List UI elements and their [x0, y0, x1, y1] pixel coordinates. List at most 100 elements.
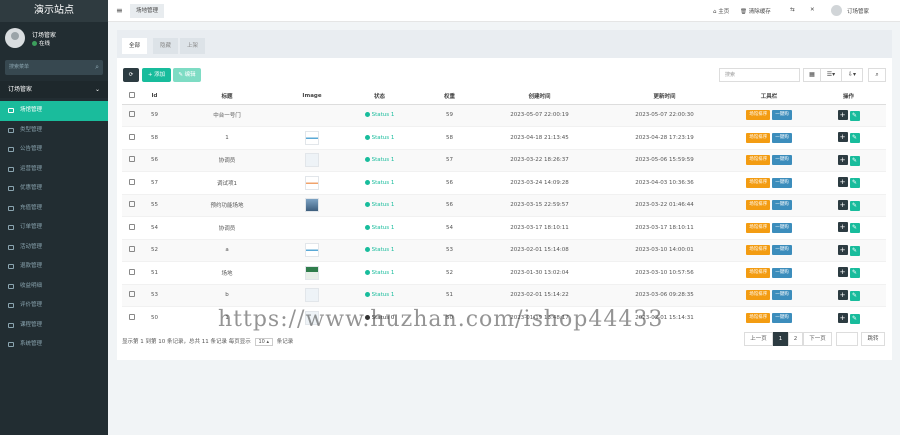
sidebar-item-ops[interactable]: 运营管理 [0, 160, 108, 180]
edit-button[interactable]: ✎ 编辑 [173, 68, 201, 82]
edit-icon[interactable]: ✎ [849, 178, 860, 189]
sort-venue-button[interactable]: 场馆排序 [746, 132, 771, 143]
thumbnail-image[interactable] [305, 198, 319, 213]
table-row[interactable]: 54 协调员 Status 1 54 2023-03-17 18:10:11 2023-0… [122, 216, 886, 239]
header-id[interactable]: Id [142, 89, 167, 105]
cell-image[interactable] [287, 126, 337, 149]
cell-image[interactable] [287, 261, 337, 284]
edit-icon[interactable]: ✎ [849, 110, 860, 121]
row-checkbox[interactable] [122, 306, 142, 329]
cell-image[interactable] [287, 148, 337, 172]
header-checkbox[interactable] [122, 89, 142, 105]
row-checkbox[interactable] [122, 126, 142, 149]
one-click-button[interactable]: 一键购 [772, 132, 792, 143]
table-row[interactable]: 56 协调员 Status 1 57 2023-03-22 18:26:37 2023-0… [122, 148, 886, 172]
one-click-button[interactable]: 一键购 [772, 200, 792, 211]
row-checkbox[interactable] [122, 283, 142, 307]
one-click-button[interactable]: 一键购 [772, 155, 792, 166]
table-row[interactable]: 51 场地 Status 1 52 2023-01-30 13:02:04 2023-03… [122, 261, 886, 284]
table-row[interactable]: 59 中台一号门 Status 1 59 2023-05-07 22:00:19 2023… [122, 103, 886, 127]
tab-listed[interactable]: 上架 [180, 38, 206, 54]
cell-image[interactable] [287, 103, 337, 127]
thumbnail-image[interactable] [305, 175, 319, 190]
thumbnail-image[interactable] [305, 130, 319, 145]
cell-image[interactable] [287, 283, 337, 307]
table-row[interactable]: 57 调试项1 Status 1 56 2023-03-24 14:09:28 2023-… [122, 171, 886, 194]
thumbnail-image[interactable] [305, 288, 319, 303]
drag-icon[interactable]: + [837, 244, 848, 255]
table-row[interactable]: 52 a Status 1 53 2023-02-01 15:14:08 2023-03-… [122, 238, 886, 262]
row-checkbox[interactable] [122, 193, 142, 217]
sidebar-item-recharge[interactable]: 充值管理 [0, 199, 108, 219]
tab-hidden[interactable]: 隐藏 [153, 38, 179, 54]
sort-venue-button[interactable]: 场馆排序 [746, 267, 771, 278]
sidebar-item-system[interactable]: 系统管理 [0, 335, 108, 355]
sort-venue-button[interactable]: 场馆排序 [746, 313, 771, 323]
row-checkbox[interactable] [122, 103, 142, 127]
sidebar-item-orders[interactable]: 订单管理 [0, 218, 108, 238]
sort-venue-button[interactable]: 场馆排序 [746, 222, 771, 233]
refresh-button[interactable]: ⟳ [123, 68, 139, 82]
sidebar-item-refund[interactable]: 退款管理 [0, 257, 108, 277]
sidebar-search-input[interactable]: 搜索菜单 ⌕ [5, 60, 103, 75]
advanced-search-icon[interactable]: ⌕ [868, 68, 886, 82]
home-link[interactable]: ⌂ 主页 [713, 7, 729, 15]
user-avatar[interactable] [831, 5, 842, 16]
sort-venue-button[interactable]: 场馆排序 [746, 155, 771, 166]
one-click-button[interactable]: 一键购 [772, 222, 792, 233]
header-created[interactable]: 创建时间 [477, 89, 602, 105]
sidebar-group-header[interactable]: 订场管家 ⌄ [0, 81, 108, 98]
translate-icon[interactable]: ⇆ [790, 7, 795, 13]
cell-image[interactable] [287, 171, 337, 194]
sort-venue-button[interactable]: 场馆排序 [746, 290, 771, 301]
one-click-button[interactable]: 一键购 [772, 290, 792, 301]
header-weight[interactable]: 权重 [422, 89, 477, 105]
page-2-button[interactable]: 2 [788, 332, 803, 346]
one-click-button[interactable]: 一键购 [772, 313, 792, 323]
edit-icon[interactable]: ✎ [849, 290, 860, 301]
one-click-button[interactable]: 一键购 [772, 110, 792, 121]
edit-icon[interactable]: ✎ [849, 245, 860, 256]
edit-icon[interactable]: ✎ [849, 133, 860, 144]
add-button[interactable]: + 添加 [142, 68, 171, 82]
edit-icon[interactable]: ✎ [849, 223, 860, 234]
edit-icon[interactable]: ✎ [849, 313, 860, 324]
sidebar-item-review[interactable]: 评价管理 [0, 296, 108, 316]
row-checkbox[interactable] [122, 261, 142, 284]
drag-icon[interactable]: + [837, 177, 848, 188]
jump-page-input[interactable] [836, 332, 858, 346]
sort-venue-button[interactable]: 场馆排序 [746, 245, 771, 256]
row-checkbox[interactable] [122, 216, 142, 239]
tab-venue[interactable]: 场地管理 [130, 4, 165, 18]
sidebar-item-discount[interactable]: 优惠管理 [0, 179, 108, 199]
fullscreen-icon[interactable]: ✕ [810, 7, 815, 13]
view-toggle-icon[interactable]: ▦ [803, 68, 821, 82]
header-status[interactable]: 状态 [337, 89, 422, 105]
user-menu[interactable]: 订场管家 [847, 7, 869, 15]
sort-venue-button[interactable]: 场馆排序 [746, 110, 771, 121]
drag-icon[interactable]: + [837, 132, 848, 143]
brand-title[interactable]: 演示站点 [0, 0, 108, 22]
sidebar-item-venue[interactable]: 场馆管理 [0, 101, 108, 121]
thumbnail-image[interactable] [305, 243, 319, 258]
header-updated[interactable]: 更新时间 [602, 89, 727, 105]
columns-icon[interactable]: ☰▾ [820, 68, 842, 82]
header-title[interactable]: 标题 [167, 89, 287, 105]
clear-cache-button[interactable]: 🗑 清除缓存 [740, 7, 771, 15]
next-page-button[interactable]: 下一页 [803, 332, 832, 346]
drag-icon[interactable]: + [837, 199, 848, 210]
sidebar-item-income[interactable]: 收益明细 [0, 277, 108, 297]
page-1-button[interactable]: 1 [773, 332, 788, 346]
sort-venue-button[interactable]: 场馆排序 [746, 200, 771, 211]
sidebar-item-activity[interactable]: 活动管理 [0, 238, 108, 258]
one-click-button[interactable]: 一键购 [772, 267, 792, 278]
thumbnail-image[interactable] [305, 265, 319, 280]
export-icon[interactable]: ⇩▾ [841, 68, 863, 82]
tab-all[interactable]: 全部 [122, 38, 148, 54]
one-click-button[interactable]: 一键购 [772, 245, 792, 256]
sidebar-item-type[interactable]: 类型管理 [0, 121, 108, 141]
row-checkbox[interactable] [122, 171, 142, 194]
sidebar-item-course[interactable]: 课程管理 [0, 316, 108, 336]
cell-image[interactable] [287, 238, 337, 262]
table-row[interactable]: 53 b Status 1 51 2023-02-01 15:14:22 2023-03-… [122, 283, 886, 307]
